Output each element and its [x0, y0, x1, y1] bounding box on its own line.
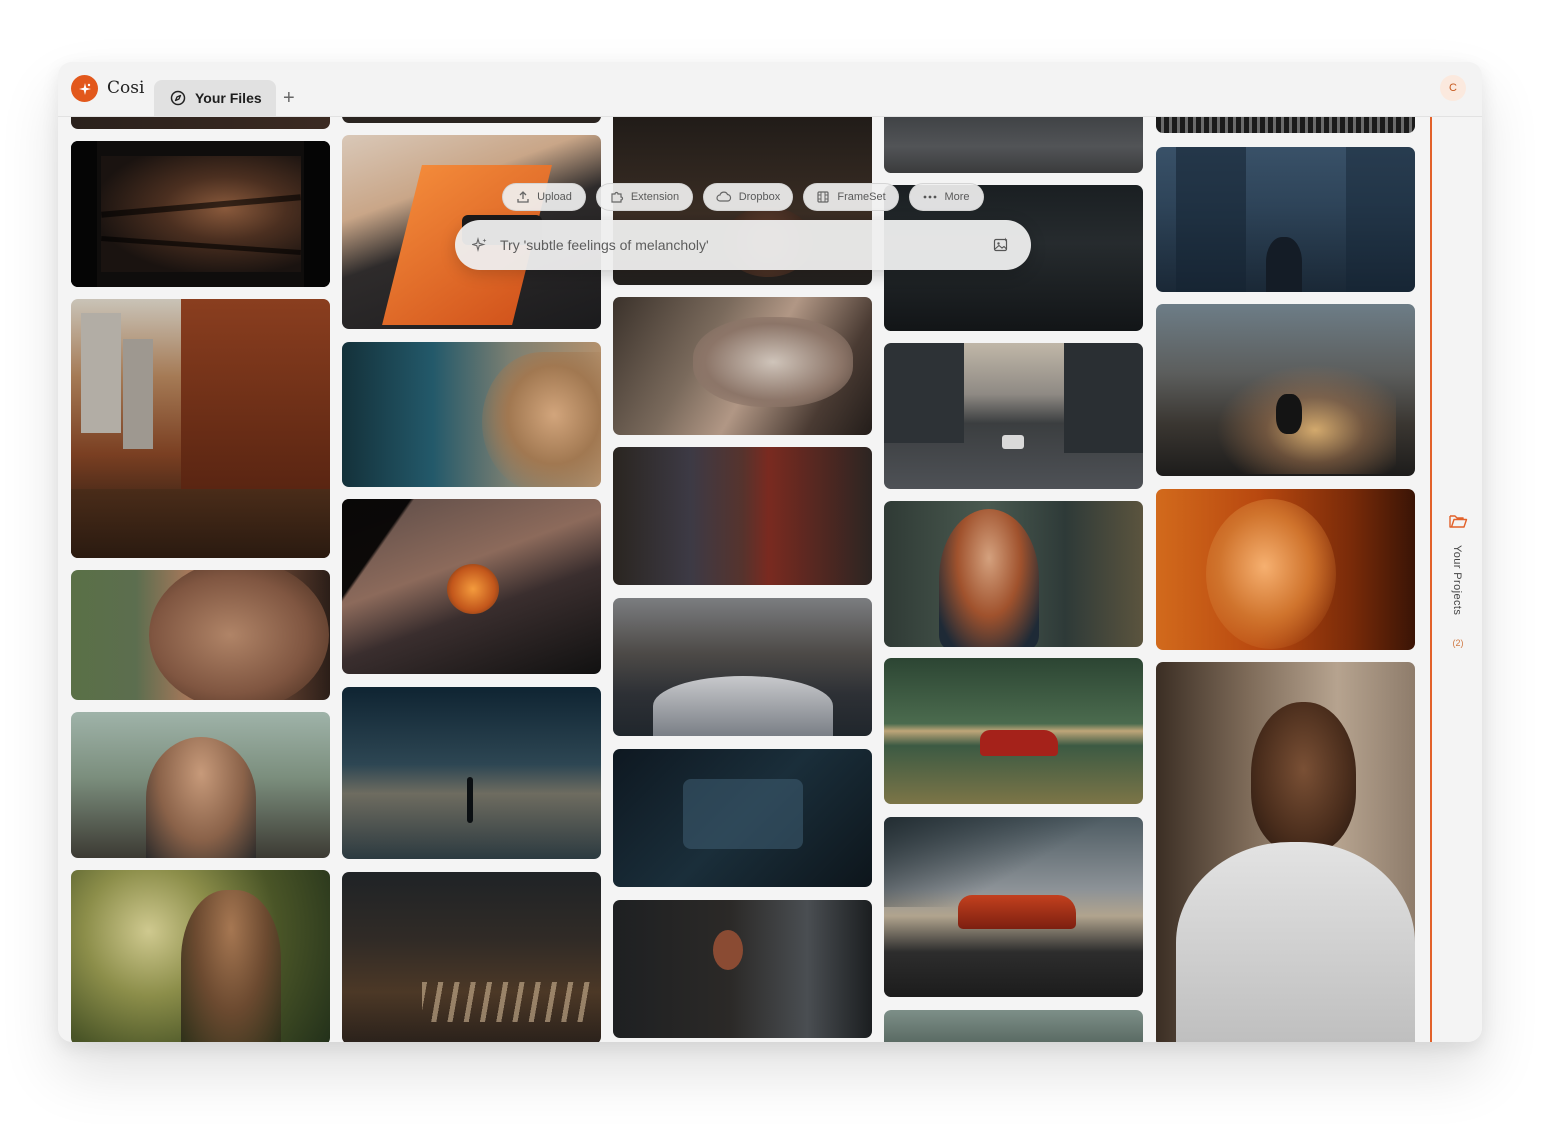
gallery-thumbnail[interactable]: [71, 299, 330, 558]
user-avatar[interactable]: C: [1440, 75, 1466, 101]
dropbox-button[interactable]: Dropbox: [703, 183, 793, 211]
gallery-thumbnail[interactable]: [71, 570, 330, 700]
gallery-thumbnail[interactable]: [1156, 147, 1415, 292]
search-bar[interactable]: Try 'subtle feelings of melancholy': [455, 220, 1031, 270]
more-button[interactable]: More: [909, 183, 984, 211]
app-window: Cosi Your Files + C Upload Extension Dro…: [58, 62, 1482, 1042]
cloud-icon: [716, 191, 731, 202]
more-label: More: [944, 191, 970, 203]
gallery-thumbnail[interactable]: [884, 501, 1143, 647]
gallery-thumbnail[interactable]: [342, 687, 601, 859]
tab-your-files[interactable]: Your Files: [154, 80, 276, 116]
sparkle-icon: [472, 237, 488, 253]
gallery-thumbnail[interactable]: [884, 658, 1143, 804]
gallery-thumbnail[interactable]: [342, 499, 601, 674]
gallery-thumbnail[interactable]: [71, 117, 330, 129]
compass-icon: [170, 90, 186, 106]
gallery-thumbnail[interactable]: [342, 872, 601, 1042]
gallery-grid: Upload Extension Dropbox FrameSet More T…: [58, 117, 1430, 1042]
gallery-thumbnail[interactable]: [71, 712, 330, 858]
extension-button[interactable]: Extension: [596, 183, 693, 211]
gallery-thumbnail[interactable]: [884, 817, 1143, 997]
dropbox-label: Dropbox: [738, 191, 781, 203]
frameset-button[interactable]: FrameSet: [803, 183, 899, 211]
more-icon: [924, 195, 937, 199]
gallery-thumbnail[interactable]: [342, 342, 601, 487]
gallery-thumbnail[interactable]: [342, 117, 601, 123]
gallery-thumbnail[interactable]: [1156, 489, 1415, 650]
extension-label: Extension: [630, 191, 680, 203]
upload-icon: [517, 191, 529, 203]
image-search-icon[interactable]: [993, 237, 1009, 253]
puzzle-icon: [611, 191, 623, 203]
cosi-logo-icon[interactable]: [71, 75, 98, 102]
projects-sidebar: Your Projects (2): [1430, 117, 1482, 1042]
gallery-thumbnail[interactable]: [71, 141, 330, 287]
gallery-thumbnail[interactable]: [613, 598, 872, 736]
new-tab-button[interactable]: +: [283, 88, 295, 108]
title-bar: Cosi Your Files + C: [58, 62, 1482, 117]
film-icon: [817, 191, 829, 203]
gallery-thumbnail[interactable]: [1156, 117, 1415, 133]
projects-count: (2): [1452, 638, 1464, 648]
upload-label: Upload: [537, 191, 572, 203]
upload-button[interactable]: Upload: [502, 183, 586, 211]
gallery-thumbnail[interactable]: [613, 447, 872, 585]
gallery-thumbnail[interactable]: [1156, 662, 1415, 1042]
frameset-label: FrameSet: [837, 191, 886, 203]
gallery-thumbnail[interactable]: [884, 1010, 1143, 1042]
gallery-thumbnail[interactable]: [1156, 304, 1415, 476]
gallery-thumbnail[interactable]: [884, 117, 1143, 173]
gallery-thumbnail[interactable]: [613, 749, 872, 887]
app-brand-name: Cosi: [107, 78, 145, 98]
folder-icon[interactable]: [1448, 512, 1468, 530]
gallery-thumbnail[interactable]: [613, 900, 872, 1038]
gallery-thumbnail[interactable]: [613, 297, 872, 435]
search-input[interactable]: Try 'subtle feelings of melancholy': [500, 237, 709, 253]
gallery-thumbnail[interactable]: [71, 870, 330, 1042]
tab-label: Your Files: [195, 90, 262, 106]
gallery-thumbnail[interactable]: [884, 343, 1143, 489]
your-projects-label[interactable]: Your Projects: [1451, 545, 1463, 615]
